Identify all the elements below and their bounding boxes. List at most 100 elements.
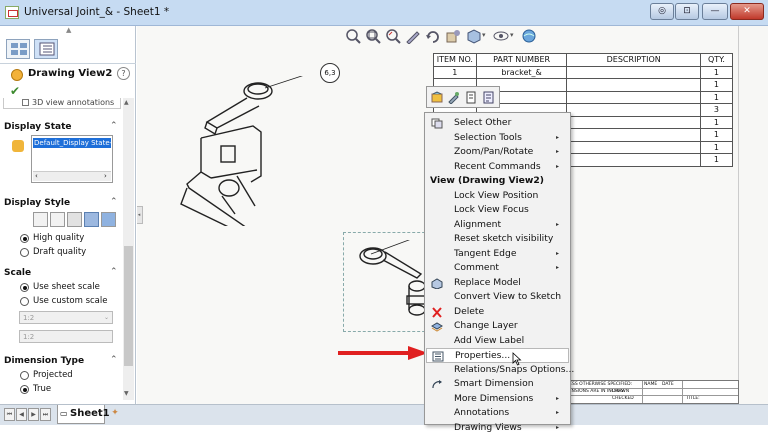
menu-item-label: Delete	[454, 305, 484, 319]
last-sheet-icon[interactable]: ⏭	[40, 408, 51, 421]
appearance-scene-icon[interactable]	[521, 28, 537, 44]
scale-dropdown[interactable]: 1:2⌄	[19, 311, 113, 324]
add-sheet-icon[interactable]: ✦	[108, 408, 122, 422]
panel-scrollbar[interactable]: ▲ ▼	[123, 98, 134, 400]
menu-item-add-view-label[interactable]: Add View Label	[426, 334, 569, 349]
menu-item-replace-model[interactable]: Replace Model	[426, 276, 569, 291]
table-cell: 3	[700, 104, 732, 117]
menu-item-drawing-views[interactable]: Drawing Views▸	[426, 421, 569, 435]
view-orientation-icon[interactable]	[465, 28, 481, 44]
menu-item-label: Tangent Edge	[454, 247, 517, 261]
menu-item-label: Replace Model	[454, 276, 521, 290]
chevron-down-icon[interactable]: ▾	[482, 31, 486, 39]
previous-view-icon[interactable]	[385, 28, 401, 44]
display-state-header[interactable]: Display State	[4, 122, 72, 132]
table-cell: 1	[700, 129, 732, 142]
menu-item-delete[interactable]: Delete	[426, 305, 569, 320]
menu-item-reset-sketch-visibility[interactable]: Reset sketch visibility	[426, 232, 569, 247]
use-sheet-scale-radio[interactable]	[20, 283, 29, 292]
chevron-up-icon[interactable]: ⌃	[110, 267, 118, 277]
menu-item-lock-view-focus[interactable]: Lock View Focus	[426, 203, 569, 218]
menu-item-properties[interactable]: Properties...	[426, 348, 569, 363]
menu-item-annotations[interactable]: Annotations▸	[426, 406, 569, 421]
display-style-header[interactable]: Display Style	[4, 198, 70, 208]
chevron-down-icon[interactable]: ▾	[510, 31, 514, 39]
display-state-list[interactable]: Default_Display State-1 ‹ ›	[31, 135, 113, 183]
scroll-down-icon[interactable]: ▼	[124, 390, 129, 397]
drawing-view-1[interactable]	[177, 76, 337, 226]
feature-manager-tab[interactable]	[6, 39, 30, 59]
balloon-callout[interactable]: 6,3	[320, 63, 340, 83]
scrollbar-thumb[interactable]	[124, 246, 133, 366]
menu-item-convert-view-to-sketch[interactable]: Convert View to Sketch	[426, 290, 569, 305]
ok-checkmark-button[interactable]: ✔	[10, 84, 20, 98]
help-menu-button[interactable]: ◎	[650, 3, 674, 20]
menu-item-smart-dimension[interactable]: Smart Dimension	[426, 377, 569, 392]
menu-item-comment[interactable]: Comment▸	[426, 261, 569, 276]
hide-show-items-icon[interactable]	[493, 28, 509, 44]
menu-item-relations-snaps-options[interactable]: Relations/Snaps Options...	[426, 363, 569, 378]
menu-item-change-layer[interactable]: Change Layer	[426, 319, 569, 334]
scroll-right-icon[interactable]: ›	[104, 172, 107, 180]
wireframe-icon[interactable]	[33, 212, 48, 227]
scroll-up-icon[interactable]: ▲	[124, 99, 129, 106]
custom-scale-field[interactable]: 1:2	[19, 330, 113, 343]
menu-item-select-other[interactable]: Select Other	[426, 116, 569, 131]
chevron-up-icon[interactable]: ⌃	[110, 197, 118, 207]
zoom-to-fit-icon[interactable]	[345, 28, 361, 44]
shaded-with-edges-icon[interactable]	[84, 212, 99, 227]
chevron-up-icon[interactable]: ⌃	[110, 121, 118, 131]
edit-sketch-icon[interactable]	[448, 91, 460, 104]
list-hscrollbar[interactable]: ‹ ›	[33, 171, 111, 181]
use-custom-scale-radio[interactable]	[20, 297, 29, 306]
panel-splitter-handle[interactable]: ◂	[137, 206, 143, 224]
projected-radio[interactable]	[20, 371, 29, 380]
menu-item-lock-view-position[interactable]: Lock View Position	[426, 189, 569, 204]
sheet1-tab[interactable]: ▭ Sheet1	[57, 405, 105, 424]
zoom-to-area-icon[interactable]	[365, 28, 381, 44]
shaded-icon[interactable]	[101, 212, 116, 227]
sketch-icon[interactable]	[405, 28, 421, 44]
section-view-icon[interactable]	[445, 28, 461, 44]
dimension-type-header[interactable]: Dimension Type	[4, 356, 84, 366]
checkbox[interactable]	[22, 99, 29, 106]
menu-item-label: Recent Commands	[454, 160, 541, 174]
rotate-icon[interactable]	[425, 28, 441, 44]
menu-item-recent-commands[interactable]: Recent Commands▸	[426, 160, 569, 175]
display-state-item[interactable]: Default_Display State-1	[33, 138, 111, 148]
menu-item-tangent-edge[interactable]: Tangent Edge▸	[426, 247, 569, 262]
open-part-icon[interactable]	[431, 91, 443, 104]
property-manager-tab[interactable]	[34, 39, 58, 59]
close-button[interactable]: ✕	[730, 3, 764, 20]
chevron-up-icon[interactable]: ⌃	[110, 355, 118, 365]
menu-item-zoom-pan-rotate[interactable]: Zoom/Pan/Rotate▸	[426, 145, 569, 160]
view-properties-icon[interactable]	[482, 91, 494, 104]
draft-quality-radio[interactable]	[20, 248, 29, 257]
true-radio[interactable]	[20, 385, 29, 394]
next-sheet-icon[interactable]: ▶	[28, 408, 39, 421]
hide-component-icon[interactable]	[465, 91, 477, 104]
first-sheet-icon[interactable]: ⏮	[4, 408, 15, 421]
menu-item-label: Reset sketch visibility	[454, 232, 553, 246]
table-cell: 1	[700, 154, 732, 167]
hidden-lines-visible-icon[interactable]	[50, 212, 65, 227]
menu-item-more-dimensions[interactable]: More Dimensions▸	[426, 392, 569, 407]
table-cell	[567, 66, 700, 79]
table-row[interactable]: 1bracket_&1	[434, 66, 733, 79]
search-button[interactable]: ⊡	[675, 3, 699, 20]
collapse-handle[interactable]: ▲	[66, 26, 71, 34]
menu-section-label: View (Drawing View2)	[430, 174, 544, 188]
hidden-lines-removed-icon[interactable]	[67, 212, 82, 227]
delete-icon	[431, 307, 443, 318]
scroll-left-icon[interactable]: ‹	[35, 172, 38, 180]
scale-header[interactable]: Scale	[4, 268, 31, 278]
minimize-button[interactable]: —	[702, 3, 728, 20]
menu-item-alignment[interactable]: Alignment▸	[426, 218, 569, 233]
prev-sheet-icon[interactable]: ◀	[16, 408, 27, 421]
help-icon[interactable]: ?	[117, 67, 130, 80]
title-block[interactable]: UNLESS OTHERWISE SPECIFIED: NAME DATE DI…	[557, 380, 739, 404]
table-cell	[567, 91, 700, 104]
table-cell	[567, 154, 700, 167]
high-quality-radio[interactable]	[20, 234, 29, 243]
menu-item-selection-tools[interactable]: Selection Tools▸	[426, 131, 569, 146]
